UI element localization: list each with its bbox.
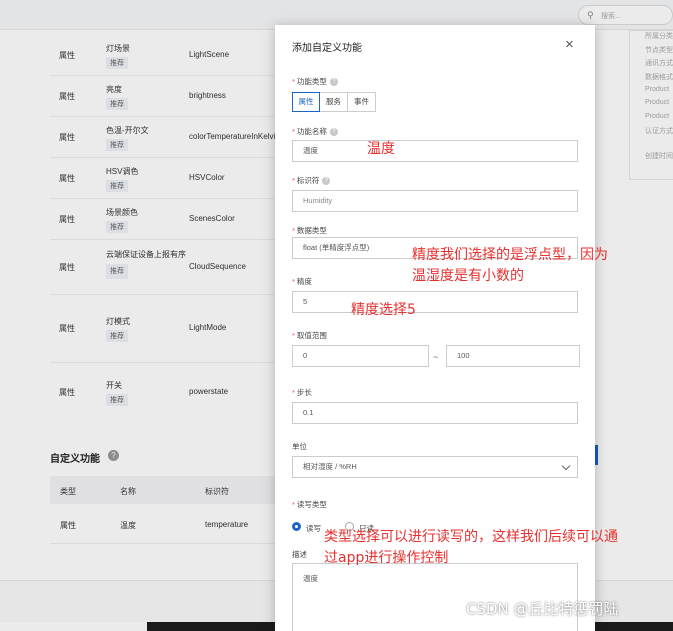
watermark: CSDN @丘比特惩罚陆	[466, 600, 619, 618]
annotation-datatype-line2: 温湿度是有小数的	[412, 268, 524, 284]
description-label: 描述	[292, 550, 307, 559]
unit-value: 相对湿度 / %RH	[303, 462, 357, 471]
step-label: * 步长	[292, 388, 312, 397]
chevron-down-icon	[561, 461, 571, 471]
help-icon[interactable]: ?	[322, 177, 331, 186]
function-name-label: * 功能名称?	[292, 126, 338, 137]
range-max-input[interactable]: 100	[446, 345, 580, 367]
function-type-label: * 功能类型?	[292, 76, 338, 87]
data-type-label: * 数据类型	[292, 226, 327, 235]
range-min-input[interactable]: 0	[292, 345, 429, 367]
annotation-rw-line2: 过app进行操作控制	[324, 550, 449, 566]
value-range-label: * 取值范围	[292, 331, 327, 340]
step-input[interactable]: 0.1	[292, 402, 578, 424]
function-type-option-service[interactable]: 服务	[320, 92, 348, 112]
annotation-name: 温度	[367, 141, 395, 157]
rw-radio-readwrite[interactable]	[292, 522, 301, 531]
close-icon[interactable]: ×	[565, 36, 574, 53]
annotation-rw-line1: 类型选择可以进行读写的，这样我们后续可以通	[324, 529, 618, 545]
help-icon[interactable]: ?	[329, 78, 338, 87]
annotation-precision: 精度选择5	[351, 302, 416, 318]
identifier-input[interactable]: Humidity	[292, 190, 578, 212]
rw-type-label: * 读写类型	[292, 500, 327, 509]
function-type-option-property[interactable]: 属性	[292, 92, 320, 112]
rw-option-readwrite[interactable]: 读写	[306, 523, 321, 534]
range-separator: ~	[433, 352, 439, 362]
help-icon[interactable]: ?	[329, 128, 338, 137]
annotation-datatype-line1: 精度我们选择的是浮点型，因为	[412, 247, 608, 263]
identifier-label: * 标识符?	[292, 175, 331, 186]
precision-label: * 精度	[292, 277, 312, 286]
dialog-title: 添加自定义功能	[292, 43, 362, 54]
description-textarea[interactable]: 温度	[292, 563, 578, 631]
function-type-option-event[interactable]: 事件	[348, 92, 376, 112]
function-name-input[interactable]: 温度	[292, 140, 578, 162]
unit-label: 单位	[292, 442, 307, 451]
precision-input[interactable]: 5	[292, 291, 578, 313]
unit-select[interactable]: 相对湿度 / %RH	[292, 456, 578, 478]
